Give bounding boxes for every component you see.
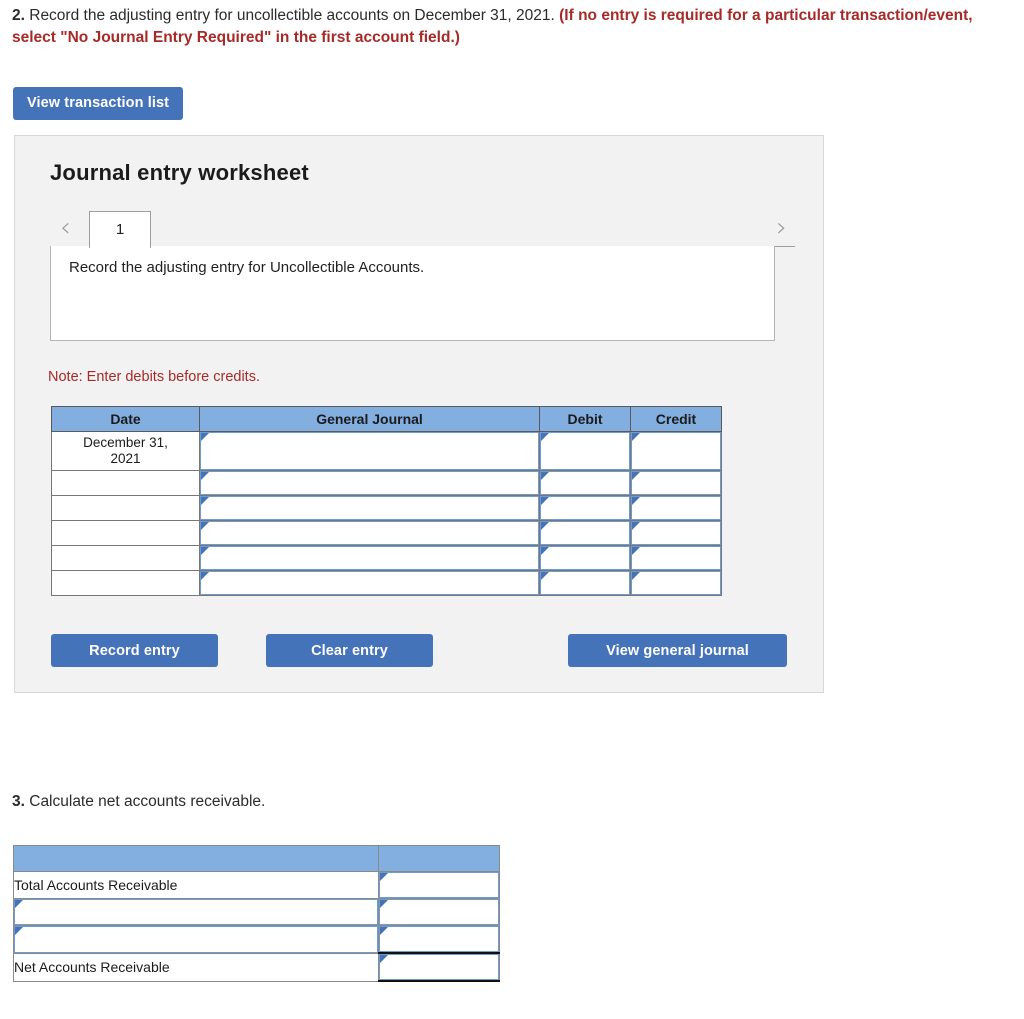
journal-table-row: [51, 545, 722, 571]
net-accounts-receivable-table: Total Accounts Receivable Net Accounts R…: [13, 845, 500, 982]
journal-table-row: [51, 470, 722, 496]
journal-debit-input[interactable]: [540, 546, 630, 570]
worksheet-title: Journal entry worksheet: [50, 160, 309, 185]
ar-table-header-row: [13, 845, 500, 872]
ar-row-2-label-input[interactable]: [14, 899, 378, 925]
journal-table-row: [51, 570, 722, 596]
worksheet-tabstrip: ‹ › 1: [50, 209, 795, 248]
ar-row-label: Total Accounts Receivable: [13, 871, 379, 899]
journal-table-row: December 31, 2021: [51, 431, 722, 471]
journal-debit-input[interactable]: [540, 432, 630, 470]
journal-credit-cell[interactable]: [630, 431, 722, 471]
ar-row-label-cell[interactable]: [13, 898, 379, 926]
journal-account-cell[interactable]: [199, 470, 540, 496]
ar-row-value-cell[interactable]: [378, 898, 500, 926]
ar-col-label-header: [13, 845, 379, 872]
journal-credit-input[interactable]: [631, 571, 721, 595]
journal-debit-cell[interactable]: [539, 520, 631, 546]
ar-row-3-label-input[interactable]: [14, 926, 378, 953]
ar-net-receivable-value-cell[interactable]: [378, 952, 500, 982]
journal-date-cell: [51, 520, 200, 546]
view-transaction-list-button[interactable]: View transaction list: [13, 87, 184, 120]
journal-col-general-journal: General Journal: [199, 406, 540, 432]
journal-debit-input[interactable]: [540, 571, 630, 595]
journal-credit-input[interactable]: [631, 496, 721, 520]
journal-date-cell: [51, 570, 200, 596]
journal-credit-cell[interactable]: [630, 470, 722, 496]
worksheet-tab-1[interactable]: 1: [89, 211, 151, 248]
journal-account-input[interactable]: [200, 432, 539, 470]
journal-table-row: [51, 495, 722, 521]
journal-debit-cell[interactable]: [539, 545, 631, 571]
journal-credit-input[interactable]: [631, 432, 721, 470]
journal-account-cell[interactable]: [199, 570, 540, 596]
view-general-journal-button[interactable]: View general journal: [568, 634, 787, 667]
journal-col-debit: Debit: [539, 406, 631, 432]
journal-date-line-2: 2021: [110, 451, 141, 466]
worksheet-instruction-text: Record the adjusting entry for Uncollect…: [69, 259, 425, 276]
journal-account-cell[interactable]: [199, 545, 540, 571]
ar-row-value-cell[interactable]: [378, 925, 500, 954]
ar-net-receivable-input[interactable]: [379, 954, 499, 980]
journal-table-row: [51, 520, 722, 546]
question-2-number: 2.: [12, 7, 25, 24]
journal-entry-table: Date General Journal Debit Credit Decemb…: [51, 406, 722, 596]
journal-date-cell: [51, 470, 200, 496]
journal-date-cell: December 31, 2021: [51, 431, 200, 471]
journal-debit-input[interactable]: [540, 471, 630, 495]
journal-credit-cell[interactable]: [630, 570, 722, 596]
ar-table-row: Total Accounts Receivable: [13, 871, 500, 899]
journal-debit-cell[interactable]: [539, 431, 631, 471]
question-2-prompt: 2. Record the adjusting entry for uncoll…: [12, 5, 1010, 49]
ar-table-row: [13, 925, 500, 954]
question-3-prompt: 3. Calculate net accounts receivable.: [12, 793, 265, 811]
journal-date-cell: [51, 545, 200, 571]
journal-date-line-1: December 31,: [83, 435, 168, 450]
ar-row-value-cell[interactable]: [378, 871, 500, 899]
question-3-number: 3.: [12, 793, 25, 810]
journal-table-header-row: Date General Journal Debit Credit: [51, 406, 722, 432]
journal-account-cell[interactable]: [199, 520, 540, 546]
journal-entry-worksheet-panel: Journal entry worksheet ‹ › 1 Record the…: [14, 135, 824, 693]
journal-col-credit: Credit: [630, 406, 722, 432]
ar-row-3-value-input[interactable]: [379, 926, 499, 952]
clear-entry-button[interactable]: Clear entry: [266, 634, 433, 667]
journal-debit-input[interactable]: [540, 521, 630, 545]
ar-row-label: Net Accounts Receivable: [13, 953, 379, 982]
journal-account-input[interactable]: [200, 521, 539, 545]
chevron-right-icon[interactable]: ›: [776, 213, 787, 243]
question-3-text: Calculate net accounts receivable.: [24, 793, 266, 810]
question-2-text: Record the adjusting entry for uncollect…: [24, 7, 560, 24]
ar-row-2-value-input[interactable]: [379, 899, 499, 925]
ar-col-value-header: [378, 845, 500, 872]
journal-account-input[interactable]: [200, 546, 539, 570]
ar-row-label-cell[interactable]: [13, 925, 379, 954]
journal-date-cell: [51, 495, 200, 521]
chevron-left-icon[interactable]: ‹: [60, 213, 71, 243]
journal-credit-input[interactable]: [631, 546, 721, 570]
journal-credit-input[interactable]: [631, 521, 721, 545]
journal-debit-cell[interactable]: [539, 570, 631, 596]
journal-debit-input[interactable]: [540, 496, 630, 520]
journal-debit-cell[interactable]: [539, 470, 631, 496]
journal-credit-cell[interactable]: [630, 495, 722, 521]
journal-credit-cell[interactable]: [630, 545, 722, 571]
ar-table-row: Net Accounts Receivable: [13, 952, 500, 982]
debits-before-credits-note: Note: Enter debits before credits.: [48, 369, 260, 385]
journal-debit-cell[interactable]: [539, 495, 631, 521]
journal-credit-cell[interactable]: [630, 520, 722, 546]
worksheet-instruction-box: Record the adjusting entry for Uncollect…: [50, 246, 775, 341]
journal-col-date: Date: [51, 406, 200, 432]
journal-account-input[interactable]: [200, 571, 539, 595]
journal-account-input[interactable]: [200, 496, 539, 520]
journal-account-cell[interactable]: [199, 431, 540, 471]
record-entry-button[interactable]: Record entry: [51, 634, 218, 667]
journal-account-cell[interactable]: [199, 495, 540, 521]
journal-account-input[interactable]: [200, 471, 539, 495]
journal-credit-input[interactable]: [631, 471, 721, 495]
ar-total-receivable-input[interactable]: [379, 872, 499, 898]
ar-table-row: [13, 898, 500, 926]
